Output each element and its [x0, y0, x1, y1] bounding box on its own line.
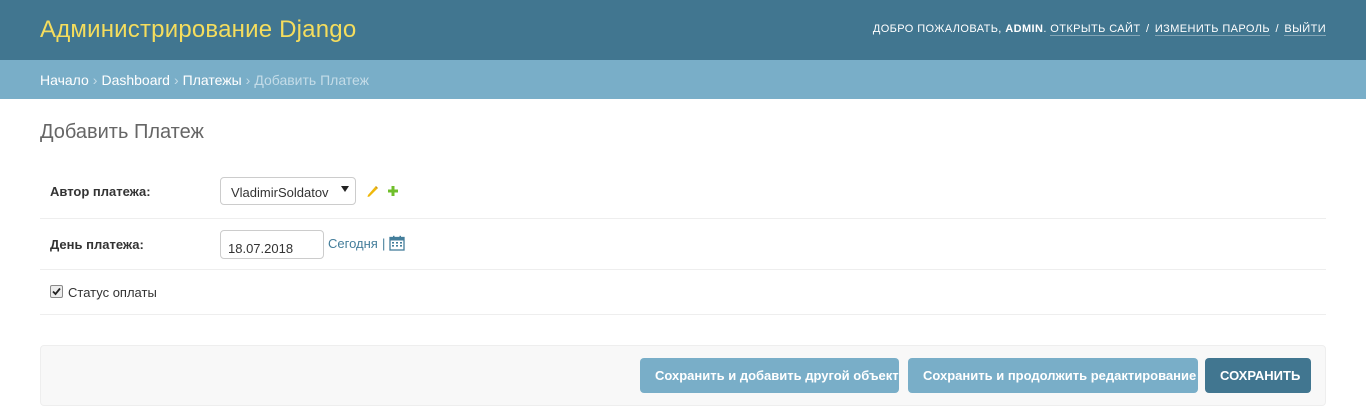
breadcrumb-home[interactable]: Начало — [40, 72, 89, 88]
breadcrumb-current: Добавить Платеж — [254, 72, 370, 88]
breadcrumb-model[interactable]: Платежы — [183, 72, 242, 88]
welcome-text: Добро пожаловать, — [872, 23, 1002, 35]
author-label: Автор платежа: — [50, 184, 151, 199]
user-tools-separator: / — [1145, 23, 1150, 35]
header: Администрирование Django Добро пожаловат… — [0, 0, 1366, 60]
date-label: День платежа: — [50, 237, 144, 252]
calendar-icon[interactable] — [389, 235, 405, 251]
pencil-icon[interactable] — [365, 184, 379, 198]
date-shortcut-separator: | — [382, 236, 386, 251]
date-input[interactable] — [220, 230, 324, 259]
author-select[interactable]: VladimirSoldatov — [220, 177, 356, 205]
save-and-continue-button[interactable]: Сохранить и продолжить редактирование — [908, 358, 1198, 393]
change-password-link[interactable]: Изменить пароль — [1154, 23, 1270, 36]
form-row-author: Автор платежа: VladimirSoldatov — [40, 166, 1326, 219]
username: admin — [1005, 23, 1044, 35]
status-checkbox[interactable] — [50, 285, 63, 298]
check-icon — [52, 287, 61, 296]
dropdown-arrow-icon — [341, 186, 349, 192]
breadcrumb: Начало › Dashboard › Платежы › Добавить Платеж — [0, 60, 1366, 99]
form-row-date: День платежа: Сегодня | — [40, 219, 1326, 270]
logout-link[interactable]: Выйти — [1284, 23, 1326, 36]
page-title: Добавить Платеж — [40, 121, 204, 143]
author-selected-value: VladimirSoldatov — [231, 185, 329, 200]
site-name[interactable]: Администрирование Django — [40, 16, 356, 44]
user-tools: Добро пожаловать, admin. Открыть сайт / … — [872, 23, 1326, 36]
breadcrumb-separator: › — [92, 72, 98, 88]
breadcrumb-dashboard[interactable]: Dashboard — [101, 72, 170, 88]
view-site-link[interactable]: Открыть сайт — [1050, 23, 1141, 36]
save-and-add-another-button[interactable]: Сохранить и добавить другой объект — [640, 358, 899, 393]
plus-icon[interactable] — [386, 184, 400, 198]
submit-row: Сохранить и добавить другой объект Сохра… — [40, 345, 1326, 406]
save-button[interactable]: Сохранить — [1205, 358, 1311, 393]
breadcrumb-separator: › — [245, 72, 251, 88]
status-label[interactable]: Статус оплаты — [68, 285, 157, 300]
today-link[interactable]: Сегодня — [328, 236, 378, 251]
breadcrumb-separator: › — [173, 72, 179, 88]
user-tools-separator: / — [1275, 23, 1279, 35]
form-row-status: Статус оплаты — [40, 270, 1326, 315]
